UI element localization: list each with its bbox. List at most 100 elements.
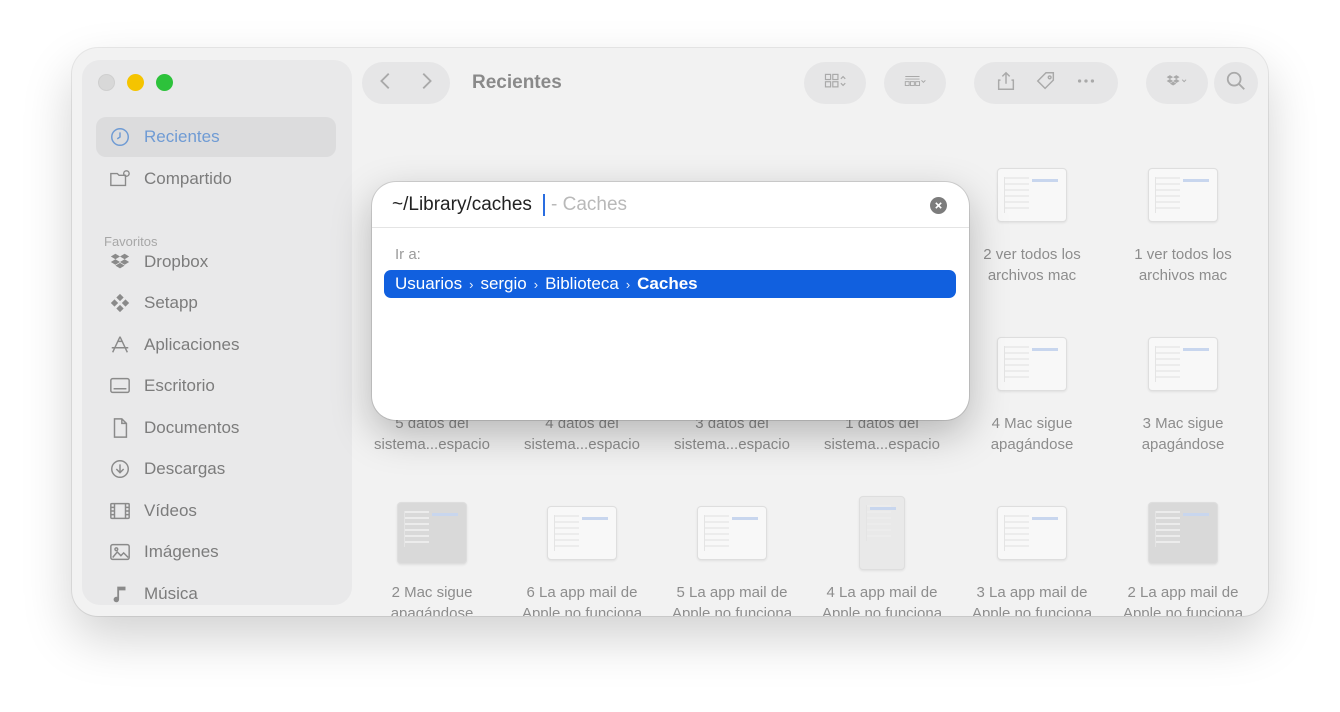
nav-buttons (362, 62, 450, 104)
file-thumbnail (997, 506, 1067, 560)
music-icon (108, 582, 132, 606)
tag-button[interactable] (1035, 70, 1057, 97)
file-name: 3 La app mail de Apple no funciona (957, 582, 1107, 616)
sidebar-item-label: Vídeos (144, 501, 197, 520)
sidebar-item-imagenes[interactable]: Imágenes (96, 532, 336, 572)
shared-folder-icon (108, 167, 132, 191)
file-item[interactable]: 1 ver todos los archivos mac (1108, 168, 1258, 286)
sidebar-item-label: Recientes (144, 127, 220, 146)
file-name: 6 La app mail de Apple no funciona (507, 582, 657, 616)
zoom-window-button[interactable] (156, 74, 173, 91)
file-name-line: 1 ver todos los (1134, 246, 1232, 263)
file-name-line: apagándose (1141, 436, 1225, 453)
goto-label: Ir a: (395, 246, 421, 263)
file-name-line: apagándose (390, 605, 474, 616)
sidebar-item-label: Setapp (144, 293, 198, 312)
file-name: 1 ver todos los archivos mac (1108, 244, 1258, 286)
file-name-line: 5 La app mail de (676, 584, 788, 601)
file-item[interactable]: 4 La app mail de Apple no funciona (807, 496, 957, 616)
file-name-line: archivos mac (1138, 267, 1228, 284)
path-suggestion-selected[interactable]: Usuarios › sergio › Biblioteca › Caches (384, 270, 956, 298)
chevron-right-icon: › (533, 276, 539, 292)
file-item[interactable]: 5 La app mail de Apple no funciona (657, 506, 807, 616)
sidebar-item-label: Aplicaciones (144, 335, 240, 354)
search-icon (1225, 70, 1247, 97)
sidebar-item-recientes[interactable]: Recientes (96, 117, 336, 157)
file-thumbnail (997, 337, 1067, 391)
applications-icon (108, 333, 132, 357)
file-name-line: Apple no funciona (521, 605, 643, 616)
view-mode-button[interactable] (804, 62, 866, 104)
downloads-icon (108, 457, 132, 481)
file-item[interactable]: 4 Mac sigue apagándose (957, 337, 1107, 455)
back-button[interactable] (375, 70, 397, 97)
file-name: 4 Mac sigue apagándose (957, 413, 1107, 455)
sidebar-item-descargas[interactable]: Descargas (96, 449, 336, 489)
actions-group (974, 62, 1118, 104)
more-icon[interactable] (1075, 70, 1097, 97)
sidebar-item-label: Compartido (144, 169, 232, 188)
file-name-line: sistema...espacio (374, 436, 490, 453)
sidebar-item-musica[interactable]: Música (96, 574, 336, 614)
file-name: 3 Mac sigue apagándose (1108, 413, 1258, 455)
group-by-button[interactable] (884, 62, 946, 104)
close-window-button[interactable] (98, 74, 115, 91)
sidebar-item-dropbox[interactable]: Dropbox (96, 242, 336, 282)
file-name-line: 2 Mac sigue (391, 584, 473, 601)
close-icon (935, 202, 942, 209)
file-name-line: archivos mac (987, 267, 1077, 284)
file-name-line: 3 Mac sigue (1142, 415, 1224, 432)
path-input[interactable]: ~/Library/caches - Caches (372, 182, 969, 228)
dropbox-menu-button[interactable] (1146, 62, 1208, 104)
sidebar-item-label: Descargas (144, 459, 226, 478)
file-name: 4 La app mail de Apple no funciona (807, 582, 957, 616)
path-crumb: Biblioteca (545, 274, 619, 293)
path-input-value: ~/Library/caches (392, 194, 532, 215)
file-item[interactable]: 6 La app mail de Apple no funciona (507, 506, 657, 616)
file-name-line: Apple no funciona (671, 605, 793, 616)
chevron-right-icon: › (469, 276, 474, 292)
path-completion-hint: - Caches (551, 194, 628, 215)
file-name: 2 ver todos los archivos mac (957, 244, 1107, 286)
sidebar-item-label: Escritorio (144, 376, 215, 395)
file-item[interactable]: 2 ver todos los archivos mac (957, 168, 1107, 286)
document-icon (108, 416, 132, 440)
path-crumb: sergio (480, 274, 527, 293)
dropbox-icon (108, 250, 132, 274)
file-name-line: Apple no funciona (1122, 605, 1244, 616)
sidebar-item-compartido[interactable]: Compartido (96, 159, 336, 199)
file-thumbnail (1148, 168, 1218, 222)
sidebar-item-documentos[interactable]: Documentos (96, 408, 336, 448)
path-crumb: Usuarios (395, 274, 463, 293)
sidebar-item-label: Música (144, 584, 198, 603)
film-icon (108, 499, 132, 523)
traffic-lights (98, 74, 173, 91)
sidebar-item-aplicaciones[interactable]: Aplicaciones (96, 325, 336, 365)
sidebar-item-setapp[interactable]: Setapp (96, 283, 336, 323)
file-item[interactable]: 2 Mac sigue apagándose (357, 502, 507, 616)
minimize-window-button[interactable] (127, 74, 144, 91)
go-to-folder-dialog: ~/Library/caches - Caches Ir a: Usuarios… (372, 182, 969, 420)
file-thumbnail (547, 506, 617, 560)
clock-icon (108, 125, 132, 149)
file-name-line: Apple no funciona (971, 605, 1093, 616)
forward-button[interactable] (415, 70, 437, 97)
file-name-line: 3 La app mail de (976, 584, 1088, 601)
share-button[interactable] (995, 70, 1017, 97)
file-name: 2 La app mail de Apple no funciona (1108, 582, 1258, 616)
file-item[interactable]: 2 La app mail de Apple no funciona (1108, 502, 1258, 616)
file-item[interactable]: 3 Mac sigue apagándose (1108, 337, 1258, 455)
file-name-line: Apple no funciona (821, 605, 943, 616)
file-name: 5 La app mail de Apple no funciona (657, 582, 807, 616)
file-name-line: 4 La app mail de (826, 584, 938, 601)
window-title: Recientes (472, 72, 562, 93)
clear-input-button[interactable] (930, 197, 947, 214)
sidebar-item-videos[interactable]: Vídeos (96, 491, 336, 531)
file-item[interactable]: 3 La app mail de Apple no funciona (957, 506, 1107, 616)
image-icon (108, 540, 132, 564)
file-thumbnail (397, 502, 467, 564)
sidebar-item-label: Imágenes (144, 542, 219, 561)
file-name-line: 4 Mac sigue (991, 415, 1073, 432)
search-button[interactable] (1214, 62, 1258, 104)
sidebar-item-escritorio[interactable]: Escritorio (96, 366, 336, 406)
